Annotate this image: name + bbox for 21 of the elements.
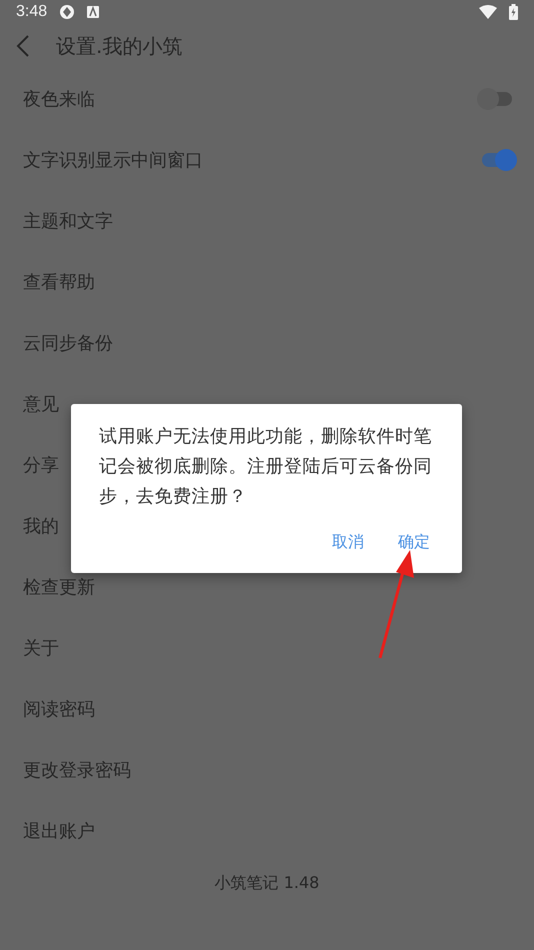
setting-label[interactable]: 夜色来临	[23, 86, 477, 110]
app-icon	[59, 4, 76, 20]
wifi-icon	[479, 5, 497, 19]
dialog-button[interactable]: 确定	[394, 528, 434, 557]
back-icon[interactable]	[16, 35, 30, 57]
setting-label[interactable]: 关于	[23, 636, 511, 660]
dialog-button[interactable]: 取消	[328, 528, 368, 557]
setting-label[interactable]: 更改登录密码	[23, 758, 511, 782]
clock: 3:48	[16, 3, 48, 21]
setting-label[interactable]: 查看帮助	[23, 270, 511, 294]
version-text: 小筑笔记 1.48	[214, 873, 320, 894]
setting-label[interactable]: 主题和文字	[23, 208, 511, 232]
setting-label[interactable]: 文字识别显示中间窗口	[23, 148, 477, 172]
setting-label[interactable]: 云同步备份	[23, 330, 511, 354]
setting-label[interactable]: 检查更新	[23, 574, 511, 598]
keyboard-icon	[87, 6, 100, 18]
setting-label[interactable]: 退出账户	[23, 818, 511, 842]
page-title: 设置.我的小筑	[56, 32, 182, 60]
battery-icon	[509, 4, 518, 20]
dialog-message: 试用账户无法使用此功能，删除软件时笔记会被彻底删除。注册登陆后可云备份同步，去免费注册？	[99, 425, 433, 509]
setting-label[interactable]: 阅读密码	[23, 696, 511, 720]
